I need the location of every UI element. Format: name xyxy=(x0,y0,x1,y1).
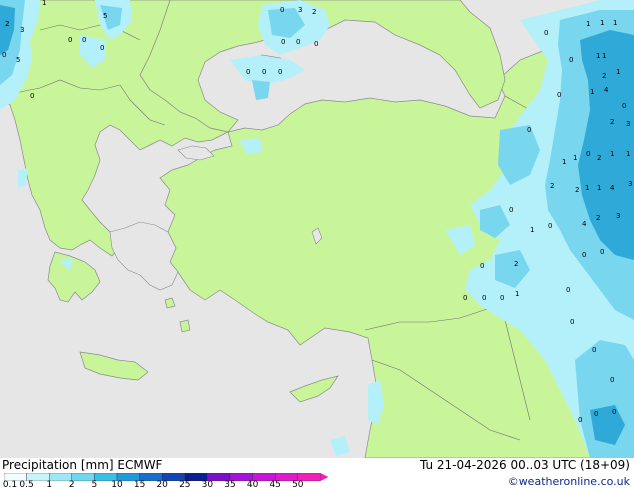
precip-value-label: 2 xyxy=(514,260,518,268)
precip-value-label: 3 xyxy=(616,212,620,220)
colorbar-tick-label: 1 xyxy=(46,480,53,490)
precip-value-label: 0 xyxy=(527,126,531,134)
precip-value-label: 0 xyxy=(296,38,300,46)
precip-value-label: 0 xyxy=(482,294,486,302)
aegean-sea xyxy=(109,221,179,291)
colorbar-tick-label: 25 xyxy=(179,480,191,490)
precip-value-label: 3 xyxy=(20,26,24,34)
precip-value-label: 0 xyxy=(569,56,573,64)
precip-area xyxy=(252,80,270,100)
precip-value-label: 1 xyxy=(573,154,577,162)
colorbar-tick-label: 0.5 xyxy=(19,480,34,490)
precip-value-label: 0 xyxy=(82,36,86,44)
precip-value-label: 1 xyxy=(530,226,534,234)
precip-value-label: 1 xyxy=(597,184,601,192)
precip-value-label: 0 xyxy=(612,408,616,416)
colorbar-tick-label: 15 xyxy=(133,480,146,490)
precip-value-label: 0 xyxy=(594,410,598,418)
precip-value-label: 0 xyxy=(281,38,285,46)
precip-value-label: 0 xyxy=(30,92,34,100)
land-island-2 xyxy=(164,297,176,309)
colorbar-labels: 0.1 0.5 1 2 5 10 15 20 25 30 35 40 45 50 xyxy=(0,480,340,490)
precipitation-map: 2350015000320000000011110121410023011021… xyxy=(0,0,634,458)
precip-value-label: 0 xyxy=(557,91,561,99)
precip-value-label: 2 xyxy=(610,118,614,126)
precip-value-label: 2 xyxy=(597,154,601,162)
precip-value-label: 2 xyxy=(575,186,579,194)
precip-value-label: 5 xyxy=(16,56,20,64)
precip-value-label: 0 xyxy=(463,294,467,302)
precip-value-label: 0 xyxy=(280,6,284,14)
precip-value-label: 0 xyxy=(278,68,282,76)
precip-area xyxy=(330,436,350,456)
precip-value-label: 0 xyxy=(610,376,614,384)
map-canvas: 23500150 003 200 0 00 0001 1 110 12 141002 301 1 0 2 1… xyxy=(0,0,634,458)
colorbar-tick-label: 0.1 xyxy=(2,480,18,490)
valid-time: Tu 21-04-2026 00..03 UTC (18+09) xyxy=(419,458,630,472)
map-title: Precipitation [mm] ECMWF xyxy=(2,458,163,472)
precip-value-label: 1 xyxy=(616,68,620,76)
precip-value-label: 0 xyxy=(622,102,626,110)
footer-bar: Precipitation [mm] ECMWF Tu 21-04-2026 0… xyxy=(0,458,634,490)
precip-value-label: 0 xyxy=(246,68,250,76)
precip-value-label: 3 xyxy=(626,120,630,128)
land-cyprus xyxy=(289,375,339,403)
precip-area xyxy=(230,55,305,85)
precip-value-label: 0 xyxy=(262,68,266,76)
precip-value-label: 3 xyxy=(628,180,632,188)
precip-value-label: 0 xyxy=(582,251,586,259)
precip-value-label: 1 xyxy=(610,150,614,158)
precip-value-label: 1 xyxy=(596,52,600,60)
colorbar-tick-label: 40 xyxy=(246,480,259,490)
colorbar-tick-label: 30 xyxy=(201,480,214,490)
precip-value-label: 4 xyxy=(582,220,587,228)
precip-value-label: 0 xyxy=(578,416,582,424)
precip-value-label: 0 xyxy=(480,262,484,270)
precip-value-label: 0 xyxy=(500,294,504,302)
precip-value-label: 0 xyxy=(314,40,318,48)
precip-value-label: 1 xyxy=(590,88,594,96)
colorbar-tick-label: 35 xyxy=(224,480,236,490)
precip-value-label: 2 xyxy=(5,20,9,28)
precip-value-label: 2 xyxy=(596,214,600,222)
land-peloponnese xyxy=(47,251,101,303)
precip-value-label: 0 xyxy=(2,51,6,59)
precip-value-label: 1 xyxy=(613,19,617,27)
credit-link[interactable]: ©weatheronline.co.uk xyxy=(508,475,630,488)
colorbar-tick-label: 5 xyxy=(91,480,98,490)
precip-area xyxy=(18,168,28,188)
precip-value-label: 0 xyxy=(509,206,513,214)
precip-value-label: 0 xyxy=(600,248,604,256)
colorbar-tick-label: 50 xyxy=(292,480,304,490)
precip-value-label: 3 xyxy=(298,6,302,14)
precip-value-label: 1 xyxy=(515,290,519,298)
precip-value-label: 1 xyxy=(585,184,589,192)
colorbar-tick-label: 10 xyxy=(111,480,123,490)
precip-value-label: 2 xyxy=(602,72,606,80)
precip-value-label: 0 xyxy=(544,29,548,37)
precip-value-label: 1 xyxy=(42,0,46,7)
colorbar-tick-label: 2 xyxy=(68,480,75,490)
precip-value-label: 1 xyxy=(626,150,630,158)
precip-value-label: 1 xyxy=(600,19,604,27)
colorbar-tick-label: 45 xyxy=(269,480,281,490)
precip-value-label: 0 xyxy=(570,318,574,326)
precip-value-label: 1 xyxy=(602,52,606,60)
land-crete xyxy=(79,351,149,381)
precip-value-label: 0 xyxy=(548,222,552,230)
precip-value-label: 0 xyxy=(68,36,72,44)
precip-value-label: 2 xyxy=(550,182,554,190)
precip-value-label: 1 xyxy=(586,20,590,28)
precip-value-label: 0 xyxy=(592,346,596,354)
precip-value-label: 0 xyxy=(586,150,590,158)
precip-value-label: 0 xyxy=(566,286,570,294)
precip-value-label: 4 xyxy=(610,184,615,192)
precip-value-label: 2 xyxy=(312,8,316,16)
precip-value-label: 0 xyxy=(100,44,104,52)
precip-value-label: 5 xyxy=(103,12,107,20)
colorbar-tick-label: 20 xyxy=(156,480,168,490)
precip-value-label: 4 xyxy=(604,86,609,94)
precip-value-label: 1 xyxy=(562,158,566,166)
land-island-3 xyxy=(179,319,191,333)
